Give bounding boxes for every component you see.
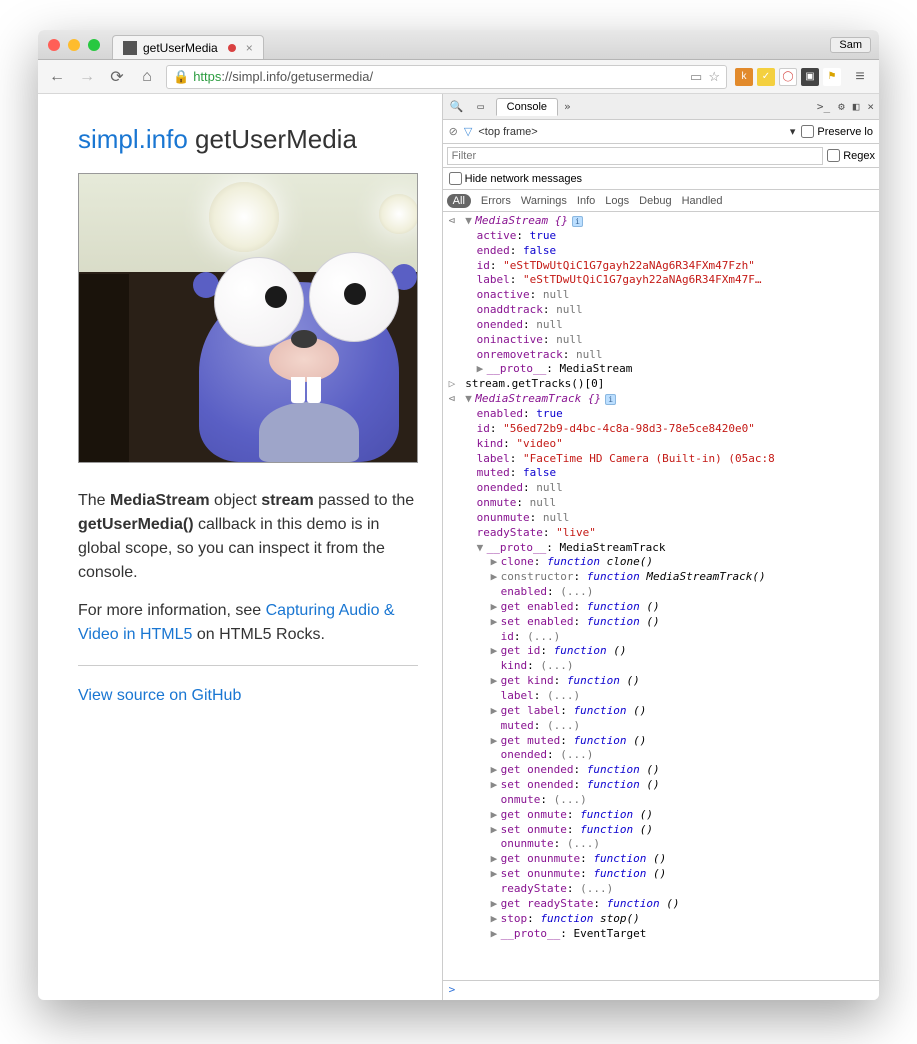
tab-title: getUserMedia [143, 41, 218, 55]
zoom-window-button[interactable] [88, 39, 100, 51]
devtools-panel: 🔍 ▭ Console » >_ ⚙ ◧ × ⊘ ▽ <top frame> [442, 94, 879, 1000]
back-button[interactable]: ← [46, 68, 68, 86]
clear-console-icon[interactable]: ⊘ [449, 125, 458, 138]
log-level-handled[interactable]: Handled [682, 195, 723, 207]
tab-close-button[interactable]: × [246, 41, 253, 55]
address-bar[interactable]: 🔒 https ://simpl.info/getusermedia/ ▭ ☆ [166, 65, 727, 89]
video-element[interactable] [78, 173, 418, 463]
video-frame-gopher [79, 174, 417, 462]
toolbar: ← → ⟳ ⌂ 🔒 https ://simpl.info/getusermed… [38, 60, 879, 94]
filter-funnel-icon[interactable]: ▽ [464, 125, 472, 138]
extensions: k ✓ ◯ ▣ ⚑ [735, 68, 841, 86]
minimize-window-button[interactable] [68, 39, 80, 51]
regex-checkbox[interactable]: Regex [827, 149, 875, 162]
recording-indicator-icon [228, 44, 236, 52]
page-title: simpl.info getUserMedia [78, 124, 418, 155]
menu-button[interactable]: ≡ [849, 68, 871, 86]
settings-gear-icon[interactable]: ⚙ [838, 100, 845, 113]
console-tab[interactable]: Console [496, 98, 558, 116]
extension-icon[interactable]: ✓ [757, 68, 775, 86]
forward-button[interactable]: → [76, 68, 98, 86]
device-mode-icon[interactable]: ▭ [472, 100, 490, 113]
log-level-all[interactable]: All [447, 194, 471, 208]
dock-side-icon[interactable]: ◧ [853, 100, 860, 113]
lock-icon: 🔒 [173, 69, 189, 85]
console-output[interactable]: ⊲ ▼MediaStream {}iactive: trueended: fal… [443, 212, 879, 980]
frame-selector[interactable]: <top frame> ▾ [478, 125, 795, 138]
log-level-info[interactable]: Info [577, 195, 595, 207]
paragraph: For more information, see Capturing Audi… [78, 599, 418, 647]
profile-button[interactable]: Sam [830, 37, 871, 53]
log-level-filter: All Errors Warnings Info Logs Debug Handled [443, 190, 879, 212]
favicon-icon [123, 41, 137, 55]
view-source-link[interactable]: View source on GitHub [78, 687, 241, 704]
log-level-logs[interactable]: Logs [605, 195, 629, 207]
log-level-warnings[interactable]: Warnings [521, 195, 567, 207]
camera-permission-icon[interactable]: ▭ [690, 69, 702, 85]
reload-button[interactable]: ⟳ [106, 67, 128, 87]
extension-icon[interactable]: k [735, 68, 753, 86]
drawer-toggle-icon[interactable]: >_ [817, 100, 830, 113]
extension-icon[interactable]: ⚑ [823, 68, 841, 86]
inspect-icon[interactable]: 🔍 [448, 100, 466, 113]
close-window-button[interactable] [48, 39, 60, 51]
page-content: simpl.info getUserMedia [38, 94, 442, 1000]
site-link[interactable]: simpl.info [78, 124, 188, 154]
home-button[interactable]: ⌂ [136, 68, 158, 86]
cast-icon[interactable]: ▣ [801, 68, 819, 86]
url-path: ://simpl.info/getusermedia/ [221, 69, 373, 84]
devtools-toolbar: 🔍 ▭ Console » >_ ⚙ ◧ × [443, 94, 879, 120]
browser-tab[interactable]: getUserMedia × [112, 35, 264, 59]
hide-network-checkbox[interactable]: Hide network messages [449, 172, 582, 185]
extension-icon[interactable]: ◯ [779, 68, 797, 86]
url-scheme: https [193, 69, 221, 84]
divider [78, 665, 418, 666]
bookmark-star-icon[interactable]: ☆ [708, 69, 720, 85]
window-titlebar: getUserMedia × Sam [38, 30, 879, 60]
console-prompt[interactable]: > [443, 980, 879, 1000]
more-tabs-icon[interactable]: » [564, 100, 571, 113]
log-level-debug[interactable]: Debug [639, 195, 671, 207]
log-level-errors[interactable]: Errors [481, 195, 511, 207]
paragraph: The MediaStream object stream passed to … [78, 489, 418, 585]
preserve-log-checkbox[interactable]: Preserve lo [801, 125, 873, 138]
devtools-close-icon[interactable]: × [867, 100, 874, 113]
console-filter-input[interactable] [447, 147, 824, 165]
